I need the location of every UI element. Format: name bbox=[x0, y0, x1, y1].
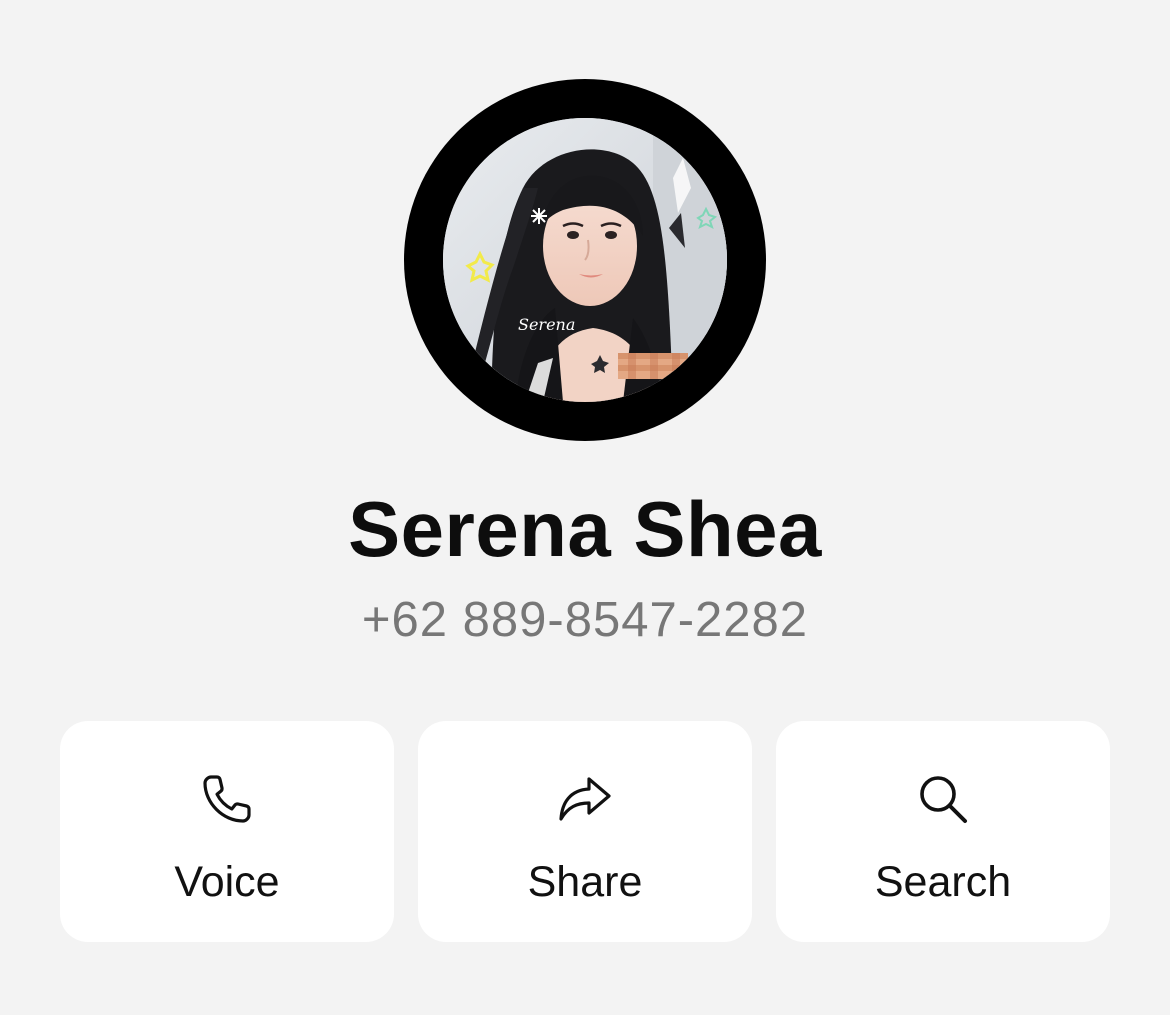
share-button[interactable]: Share bbox=[418, 721, 752, 942]
avatar-caption-text: Serena bbox=[518, 315, 575, 334]
avatar-portrait-image: Serena bbox=[443, 118, 727, 402]
voice-button-label: Voice bbox=[174, 858, 280, 906]
phone-icon bbox=[197, 769, 257, 829]
search-button-label: Search bbox=[874, 858, 1012, 906]
avatar-photo: Serena bbox=[443, 118, 727, 402]
avatar[interactable]: Serena bbox=[404, 79, 766, 441]
share-arrow-icon bbox=[555, 769, 615, 829]
voice-call-button[interactable]: Voice bbox=[60, 721, 394, 942]
search-icon bbox=[913, 769, 973, 829]
contact-name: Serena Shea bbox=[348, 485, 822, 573]
contact-phone-number[interactable]: +62 889-8547-2282 bbox=[0, 590, 1170, 650]
action-buttons-row: Voice Share Search bbox=[60, 721, 1110, 942]
share-button-label: Share bbox=[527, 858, 643, 906]
search-button[interactable]: Search bbox=[776, 721, 1110, 942]
contact-profile-header: Serena Serena Shea +62 889-8547-2282 bbox=[0, 0, 1170, 680]
